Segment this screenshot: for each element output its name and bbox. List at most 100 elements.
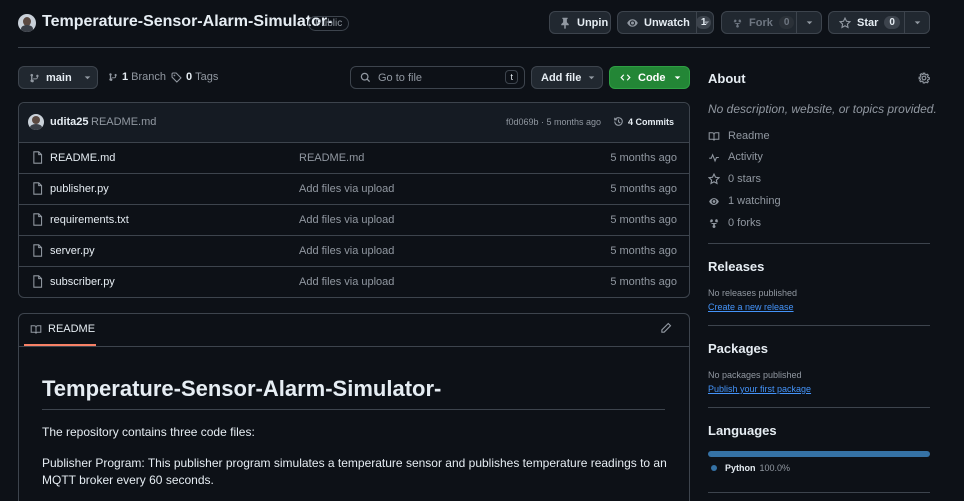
tag-label: Tags [195, 71, 219, 83]
star-icon [708, 173, 720, 185]
about-description: No description, website, or topics provi… [708, 102, 937, 116]
commit-author[interactable]: udita25 [50, 116, 89, 128]
commits-link[interactable]: 4 Commits [613, 116, 674, 127]
file-date: 5 months ago [610, 183, 677, 195]
unpin-label: Unpin [577, 16, 609, 29]
code-icon [620, 74, 631, 81]
file-name[interactable]: subscriber.py [50, 276, 115, 288]
eye-icon [709, 197, 719, 205]
stars-link-label: 0 stars [728, 173, 762, 185]
sidebar-divider [708, 325, 930, 326]
table-row[interactable]: README.md README.md 5 months ago [19, 142, 690, 173]
language-color-dot [711, 465, 717, 471]
author-avatar[interactable] [28, 114, 44, 130]
activity-link-label: Activity [728, 151, 763, 163]
repo-title[interactable]: Temperature-Sensor-Alarm-Simulator- [42, 13, 332, 31]
fork-button[interactable]: Fork 0 [721, 11, 822, 34]
file-icon [33, 213, 43, 226]
unwatch-button[interactable]: Unwatch 1 [617, 11, 714, 34]
table-row[interactable]: subscriber.py Add files via upload 5 mon… [19, 266, 690, 297]
commit-hash-time[interactable]: f0d069b · 5 months ago [506, 117, 601, 127]
branches-link[interactable]: 1 Branch [108, 71, 166, 83]
file-date: 5 months ago [610, 214, 677, 226]
readme-header-divider [19, 346, 689, 347]
add-file-button[interactable]: Add file [531, 66, 603, 89]
eye-icon [627, 18, 638, 27]
commit-message[interactable]: README.md [91, 116, 156, 128]
code-button[interactable]: Code [609, 66, 690, 89]
releases-title[interactable]: Releases [708, 259, 764, 274]
file-commit-message[interactable]: Add files via upload [299, 245, 394, 257]
file-name[interactable]: README.md [50, 152, 115, 164]
chevron-down-icon [588, 76, 595, 80]
add-file-label: Add file [541, 71, 582, 84]
releases-empty-text: No releases published [708, 288, 798, 298]
forks-link-label: 0 forks [728, 217, 762, 229]
file-name[interactable]: publisher.py [50, 183, 109, 195]
publish-package-link[interactable]: Publish your first package [708, 384, 811, 394]
book-icon [30, 324, 42, 334]
table-row[interactable]: publisher.py Add files via upload 5 mont… [19, 173, 690, 204]
gear-icon[interactable] [918, 72, 930, 84]
edit-icon[interactable] [660, 322, 672, 334]
stars-link[interactable]: 0 stars [708, 173, 761, 185]
tag-count: 0 [186, 71, 193, 83]
file-icon [33, 182, 43, 195]
star-label: Star [857, 16, 879, 29]
readme-heading-rule [42, 409, 665, 410]
file-commit-message[interactable]: Add files via upload [299, 276, 394, 288]
chevron-down-icon [674, 76, 681, 80]
chevron-down-icon[interactable] [913, 18, 922, 27]
file-name[interactable]: server.py [50, 245, 95, 257]
table-row[interactable]: requirements.txt Add files via upload 5 … [19, 204, 690, 235]
unpin-button[interactable]: Unpin [549, 11, 611, 34]
file-icon [33, 244, 43, 257]
file-name[interactable]: requirements.txt [50, 214, 129, 226]
create-release-link[interactable]: Create a new release [708, 302, 794, 312]
file-icon [33, 151, 43, 164]
fork-icon [709, 219, 719, 229]
shortcut-key: t [505, 70, 518, 84]
readme-paragraph: The repository contains three code files… [42, 425, 255, 439]
file-commit-message[interactable]: Add files via upload [299, 214, 394, 226]
language-percent: 100.0% [759, 463, 791, 473]
fork-dropdown-divider [796, 12, 797, 33]
unwatch-label: Unwatch [644, 16, 690, 29]
star-dropdown-divider [904, 12, 905, 33]
star-count: 0 [884, 16, 900, 29]
go-to-file-input[interactable]: Go to file t [350, 66, 525, 89]
star-button[interactable]: Star 0 [828, 11, 930, 34]
chevron-down-icon [84, 76, 91, 80]
readme-tab-label: README [48, 323, 96, 335]
branch-label: Branch [131, 71, 166, 83]
readme-tab[interactable]: README [24, 314, 96, 346]
packages-empty-text: No packages published [708, 370, 802, 380]
readme-link[interactable]: Readme [708, 130, 770, 142]
chevron-down-icon[interactable] [702, 18, 711, 27]
table-row[interactable]: server.py Add files via upload 5 months … [19, 235, 690, 266]
tags-link[interactable]: 0 Tags [171, 71, 218, 83]
unwatch-dropdown-divider [696, 12, 697, 33]
readme-link-label: Readme [728, 130, 770, 142]
file-commit-message[interactable]: Add files via upload [299, 183, 394, 195]
language-bar-track [708, 451, 930, 457]
pin-icon [561, 17, 569, 29]
file-date: 5 months ago [610, 152, 677, 164]
watching-link[interactable]: 1 watching [708, 195, 781, 207]
branch-select[interactable]: main [18, 66, 98, 89]
repo-avatar[interactable] [18, 14, 36, 32]
language-item[interactable]: Python 100.0% [711, 463, 790, 473]
file-date: 5 months ago [610, 245, 677, 257]
watching-link-label: 1 watching [728, 195, 781, 207]
packages-title[interactable]: Packages [708, 341, 768, 356]
languages-title: Languages [708, 423, 777, 438]
about-title: About [708, 71, 746, 86]
forks-link[interactable]: 0 forks [708, 217, 761, 229]
file-commit-message[interactable]: README.md [299, 152, 364, 164]
chevron-down-icon[interactable] [805, 18, 814, 27]
language-bar-python [708, 451, 930, 457]
branch-icon [30, 73, 39, 82]
sidebar-divider [708, 407, 930, 408]
activity-link[interactable]: Activity [708, 151, 763, 163]
branch-name: main [46, 71, 72, 84]
